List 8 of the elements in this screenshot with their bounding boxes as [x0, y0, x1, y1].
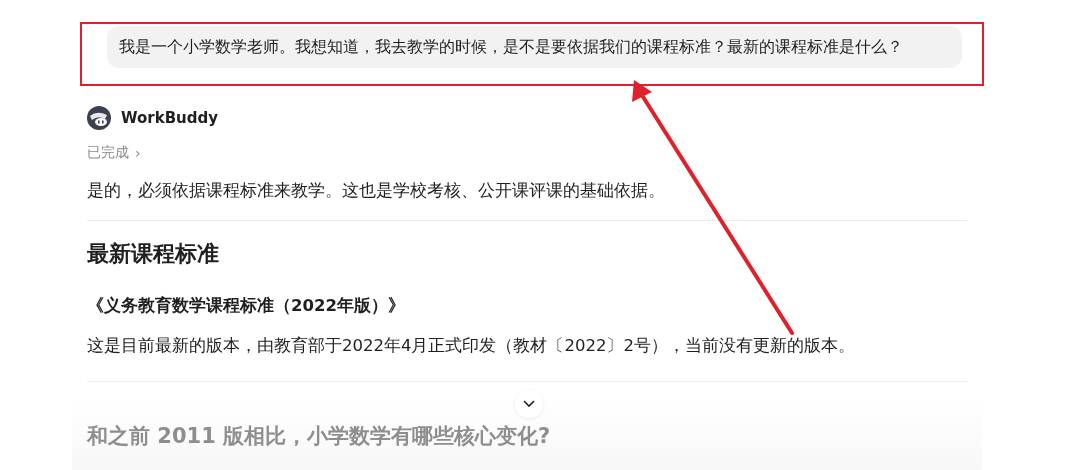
- section-heading: 和之前 2011 版相比，小学数学有哪些核心变化?: [87, 423, 551, 450]
- user-message: 我是一个小学数学老师。我想知道，我去教学的时候，是不是要依据我们的课程标准？最新的课程标准是什么？: [107, 26, 962, 68]
- answer-paragraph: 这是目前最新的版本，由教育部于2022年4月正式印发（教材〔2022〕2号），当前没有更新的版本。: [87, 335, 856, 357]
- assistant-name: WorkBuddy: [121, 109, 219, 127]
- section-heading: 最新课程标准: [87, 240, 220, 268]
- status-toggle[interactable]: 已完成 ›: [87, 144, 967, 162]
- document-title: 《义务教育数学课程标准（2022年版）》: [87, 295, 406, 317]
- answer-paragraph: 是的，必须依据课程标准来教学。这也是学校考核、公开课评课的基础依据。: [87, 180, 666, 202]
